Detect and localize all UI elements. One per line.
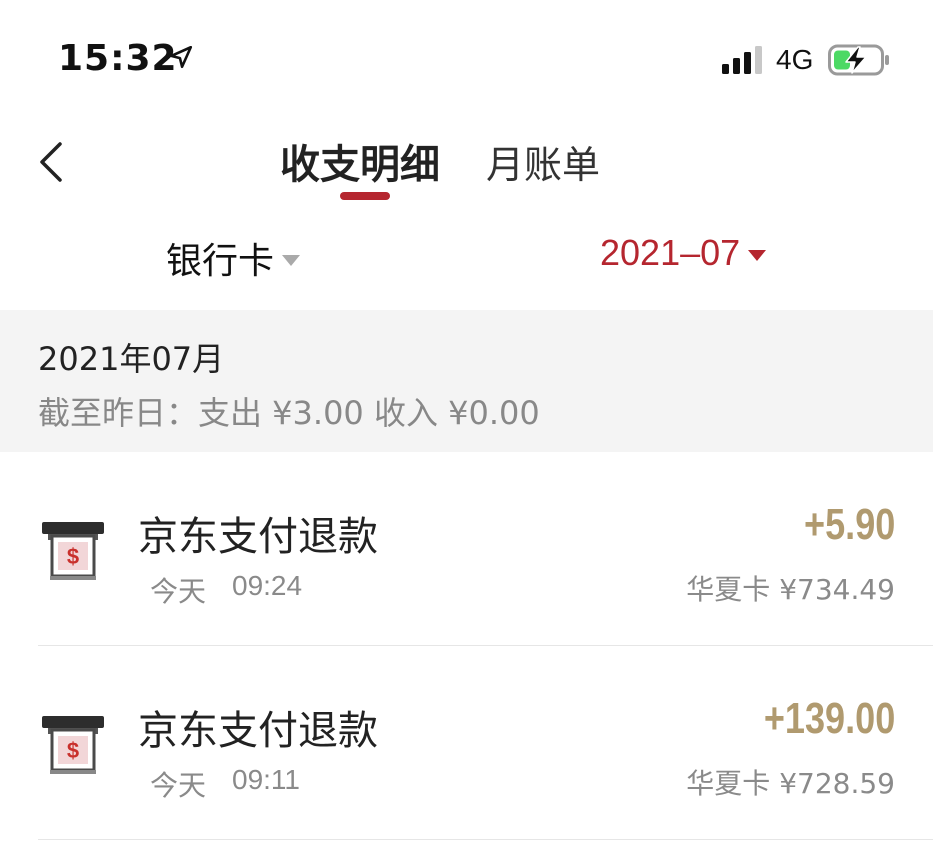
- atm-dollar-icon: $: [42, 522, 104, 580]
- battery-charging-icon: [828, 44, 889, 76]
- tab-transaction-details[interactable]: 收支明细: [280, 132, 440, 190]
- location-arrow-icon: [169, 45, 193, 69]
- month-summary: 2021年07月 截至昨日：支出 ¥3.00 收入 ¥0.00: [0, 310, 933, 452]
- svg-text:$: $: [67, 544, 79, 569]
- active-tab-indicator: [340, 192, 390, 200]
- transaction-amount: +139.00: [763, 694, 895, 743]
- transaction-date: 今天: [150, 769, 207, 802]
- month-label: 2021–07: [600, 232, 741, 273]
- filter-bar: 银行卡 2021–07: [0, 228, 933, 292]
- transaction-list: $ 京东支付退款 今天 09:24 +5.90 华夏卡 ¥734.49 $ 京东…: [0, 452, 933, 840]
- nav-bar: 收支明细 月账单: [0, 120, 933, 210]
- card-type-label: 银行卡: [166, 241, 275, 282]
- atm-dollar-icon: $: [42, 716, 104, 774]
- status-bar: 15:32 4G: [0, 0, 933, 110]
- transaction-title: 京东支付退款: [138, 514, 378, 560]
- transaction-time: 09:11: [232, 764, 300, 795]
- transaction-time: 09:24: [232, 570, 303, 601]
- transaction-amount: +5.90: [803, 500, 895, 549]
- month-dropdown[interactable]: 2021–07: [600, 232, 767, 274]
- back-chevron-icon[interactable]: [34, 138, 70, 186]
- svg-text:$: $: [67, 738, 79, 763]
- transaction-row[interactable]: $ 京东支付退款 今天 09:24 +5.90 华夏卡 ¥734.49: [0, 452, 933, 646]
- caret-down-icon: [282, 254, 301, 266]
- transaction-title: 京东支付退款: [138, 708, 378, 754]
- status-time: 15:32: [58, 38, 178, 79]
- transaction-balance: 华夏卡 ¥728.59: [686, 767, 895, 800]
- card-type-dropdown[interactable]: 银行卡: [166, 232, 301, 284]
- cellular-signal-icon: [722, 46, 762, 74]
- tab-monthly-bill[interactable]: 月账单: [486, 134, 600, 189]
- transaction-date: 今天: [150, 575, 207, 608]
- transaction-row[interactable]: $ 京东支付退款 今天 09:11 +139.00 华夏卡 ¥728.59: [0, 646, 933, 840]
- summary-totals: 截至昨日：支出 ¥3.00 收入 ¥0.00: [38, 394, 540, 432]
- row-divider: [38, 839, 933, 840]
- network-type: 4G: [776, 44, 814, 75]
- caret-down-icon: [748, 249, 767, 261]
- transaction-balance: 华夏卡 ¥734.49: [686, 573, 895, 606]
- summary-month: 2021年07月: [38, 340, 225, 378]
